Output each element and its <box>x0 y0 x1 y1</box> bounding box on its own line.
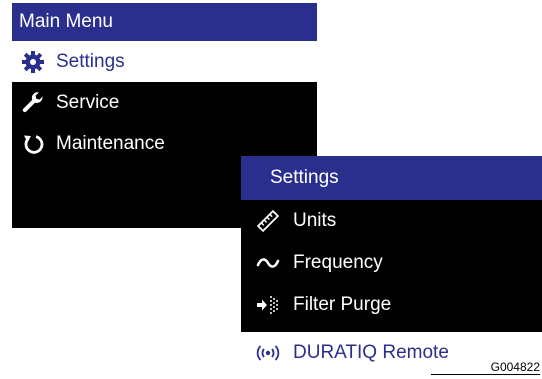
submenu-item-label: Frequency <box>293 252 383 273</box>
menu-item-label: Settings <box>56 50 125 72</box>
submenu-item-units[interactable]: Units <box>241 200 542 242</box>
submenu-item-label: DURATIQ Remote <box>293 342 449 363</box>
menu-item-settings[interactable]: Settings <box>12 41 317 82</box>
figure-code: G004822 <box>430 360 540 375</box>
menu-item-label: Maintenance <box>56 132 165 154</box>
ruler-icon <box>255 208 281 234</box>
submenu-item-filter-purge[interactable]: Filter Purge <box>241 284 542 326</box>
main-menu-title: Main Menu <box>12 3 317 41</box>
submenu-item-frequency[interactable]: Frequency <box>241 242 542 284</box>
menu-item-service[interactable]: Service <box>12 82 317 123</box>
wrench-icon <box>20 90 46 116</box>
settings-submenu-title: Settings <box>241 156 542 200</box>
settings-submenu-panel: Settings Units Frequency Filter Purge <box>241 156 542 332</box>
wireless-icon <box>255 340 281 366</box>
filter-purge-icon <box>255 292 281 318</box>
tilde-icon <box>255 250 281 276</box>
submenu-item-label: Units <box>293 210 337 231</box>
menu-item-label: Service <box>56 91 120 113</box>
submenu-item-label: Filter Purge <box>293 294 392 315</box>
gear-icon <box>20 49 46 75</box>
refresh-icon <box>20 131 46 157</box>
